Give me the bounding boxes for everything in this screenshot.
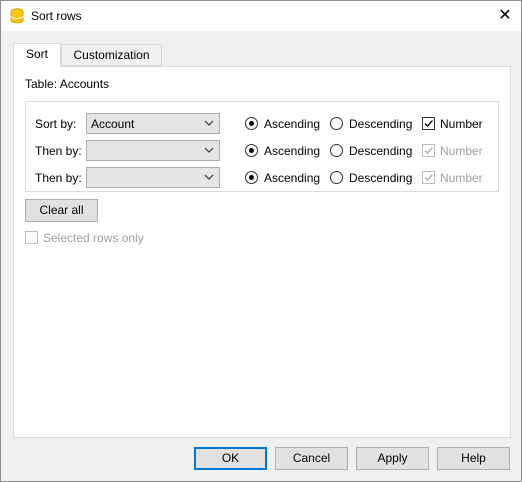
then-by-1-label: Then by: — [35, 144, 82, 158]
cancel-button[interactable]: Cancel — [275, 447, 348, 470]
then-by-2-descending-radio[interactable] — [330, 171, 343, 184]
close-icon: ✕ — [498, 7, 512, 24]
sort-criteria-group: Sort by: Account Ascending Descending Nu… — [25, 101, 499, 192]
window-title: Sort rows — [31, 9, 82, 23]
database-icon — [10, 8, 24, 24]
then-by-2-ascending-radio[interactable] — [245, 171, 258, 184]
tab-customization[interactable]: Customization — [61, 44, 162, 66]
sort-by-number-checkbox[interactable] — [422, 117, 435, 130]
then-by-1-number-label: Number — [440, 144, 483, 158]
title-bar[interactable]: Sort rows ✕ — [1, 1, 521, 31]
close-button[interactable]: ✕ — [489, 1, 521, 31]
sort-by-ascending-label: Ascending — [264, 117, 321, 131]
sort-rows-dialog: Sort rows ✕ Sort Customization Table: Ac… — [0, 0, 522, 482]
checkmark-icon — [424, 120, 433, 127]
then-by-1-number-checkbox[interactable] — [422, 144, 435, 157]
then-by-1-ascending-radio[interactable] — [245, 144, 258, 157]
apply-button[interactable]: Apply — [356, 447, 429, 470]
clear-all-label: Clear all — [39, 203, 84, 217]
checkmark-icon — [424, 147, 433, 154]
sort-by-label: Sort by: — [35, 117, 77, 131]
then-by-2-ascending-label: Ascending — [264, 171, 321, 185]
sort-by-descending-label: Descending — [349, 117, 413, 131]
then-by-2-number-label: Number — [440, 171, 483, 185]
then-by-2-number-checkbox[interactable] — [422, 171, 435, 184]
then-by-2-label: Then by: — [35, 171, 82, 185]
apply-label: Apply — [377, 451, 408, 465]
chevron-down-icon — [204, 147, 214, 153]
checkmark-icon — [424, 174, 433, 181]
then-by-2-combo[interactable] — [86, 167, 220, 188]
sort-by-ascending-radio[interactable] — [245, 117, 258, 130]
ok-button[interactable]: OK — [194, 447, 267, 470]
then-by-1-combo[interactable] — [86, 140, 220, 161]
selected-rows-only-label: Selected rows only — [43, 231, 144, 245]
sort-by-number-label: Number — [440, 117, 483, 131]
sort-by-value: Account — [91, 117, 135, 131]
chevron-down-icon — [204, 174, 214, 180]
ok-label: OK — [221, 451, 240, 465]
then-by-1-ascending-label: Ascending — [264, 144, 321, 158]
tab-sort[interactable]: Sort — [13, 43, 61, 67]
table-label: Table: Accounts — [25, 77, 110, 91]
sort-by-combo[interactable]: Account — [86, 113, 220, 134]
help-label: Help — [461, 451, 486, 465]
tab-sort-label: Sort — [25, 47, 48, 61]
cancel-label: Cancel — [292, 451, 331, 465]
then-by-1-descending-radio[interactable] — [330, 144, 343, 157]
then-by-1-descending-label: Descending — [349, 144, 413, 158]
help-button[interactable]: Help — [437, 447, 510, 470]
clear-all-button[interactable]: Clear all — [25, 199, 98, 222]
sort-by-descending-radio[interactable] — [330, 117, 343, 130]
sort-panel: Table: Accounts Sort by: Account Ascendi… — [13, 66, 511, 438]
tab-customization-label: Customization — [73, 48, 150, 62]
then-by-2-descending-label: Descending — [349, 171, 413, 185]
chevron-down-icon — [204, 120, 214, 126]
selected-rows-only-checkbox[interactable] — [25, 231, 38, 244]
